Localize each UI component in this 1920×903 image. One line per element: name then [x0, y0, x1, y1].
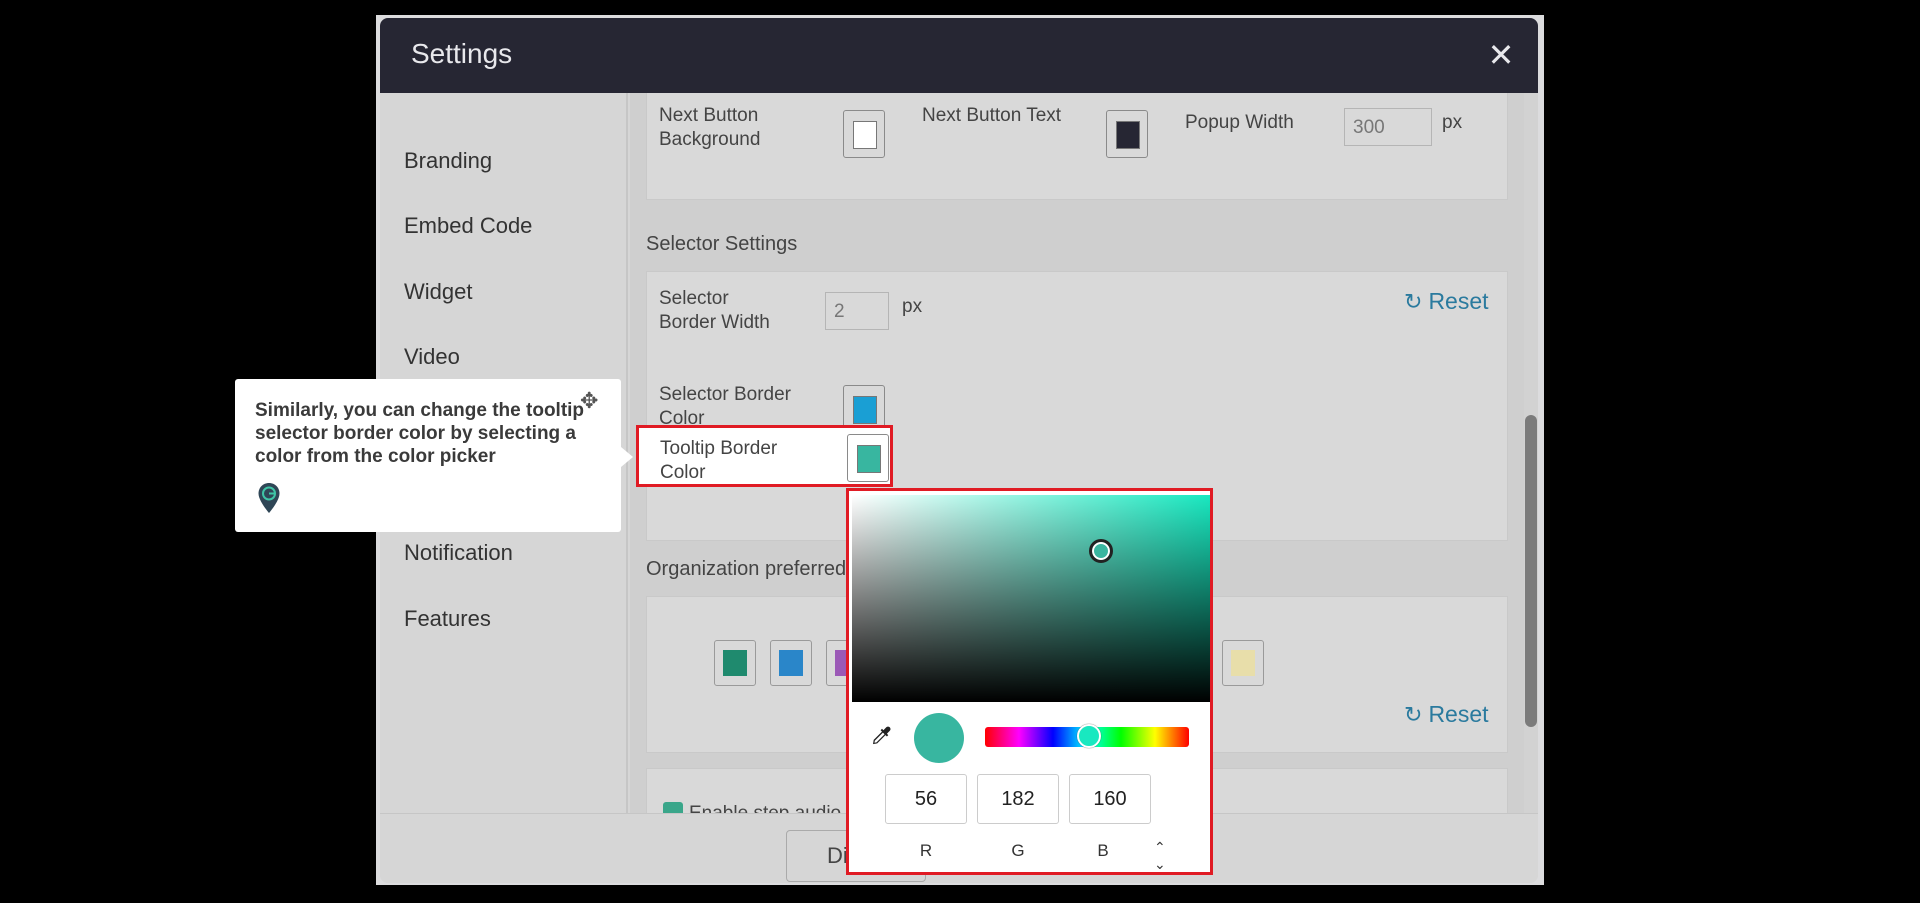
red-input[interactable]: 56: [885, 774, 967, 824]
tooltip-border-color-label: Tooltip Border Color: [660, 438, 778, 483]
selector-border-width-input[interactable]: 2: [825, 292, 889, 330]
selector-border-width-unit: px: [902, 296, 923, 317]
eyedropper-icon[interactable]: [869, 724, 893, 755]
next-button-background-swatch[interactable]: [843, 110, 885, 158]
red-label: R: [919, 841, 933, 860]
org-colors-reset-button[interactable]: ↻ Reset: [1404, 701, 1489, 728]
org-colors-title: Organization preferred: [646, 558, 847, 580]
enable-step-audio-checkbox[interactable]: Enable step audio: [663, 802, 841, 813]
sidebar-item-features[interactable]: Features: [404, 606, 491, 632]
sidebar-item-branding[interactable]: Branding: [404, 148, 492, 174]
guide-tooltip-text: Similarly, you can change the tooltip se…: [255, 400, 585, 467]
hue-slider-handle[interactable]: [1077, 724, 1101, 748]
popup-width-input[interactable]: 300: [1344, 108, 1432, 146]
popup-settings-card: Next Button Background Next Button Text …: [646, 93, 1508, 200]
reset-label: Reset: [1428, 288, 1489, 314]
checkbox-icon: [663, 802, 683, 813]
color-swatch: [779, 650, 803, 676]
sidebar-item-embed-code[interactable]: Embed Code: [404, 213, 532, 239]
location-pin-icon: [257, 482, 281, 519]
color-swatch: [857, 445, 881, 473]
org-swatch[interactable]: [770, 640, 812, 686]
green-input[interactable]: 182: [977, 774, 1059, 824]
color-swatch: [853, 121, 877, 149]
next-button-text-swatch[interactable]: [1106, 110, 1148, 158]
color-swatch: [1231, 650, 1255, 676]
color-picker-popup: 56 182 160 R G B ⌃ ⌄: [846, 488, 1213, 875]
enable-step-audio-label: Enable step audio: [689, 803, 841, 813]
popup-width-unit: px: [1442, 112, 1463, 133]
dialog-header: Settings ✕: [380, 18, 1538, 93]
guide-tooltip: Similarly, you can change the tooltip se…: [235, 379, 633, 532]
tooltip-border-color-swatch[interactable]: [847, 434, 889, 482]
blue-label: B: [1097, 841, 1109, 860]
green-label: G: [1011, 841, 1025, 860]
refresh-icon: ↻: [1404, 289, 1423, 314]
next-button-background-label: Next Button Background: [659, 105, 761, 150]
selector-border-color-label: Selector Border Color: [659, 384, 792, 429]
dialog-title: Settings: [411, 38, 513, 69]
org-swatch[interactable]: [714, 640, 756, 686]
color-swatch: [723, 650, 747, 676]
selector-reset-button[interactable]: ↻ Reset: [1404, 288, 1489, 315]
sidebar-item-notification[interactable]: Notification: [404, 540, 513, 566]
popup-width-label: Popup Width: [1185, 112, 1294, 133]
color-swatch: [1116, 121, 1140, 149]
saturation-value-handle[interactable]: [1089, 539, 1113, 563]
color-swatch: [853, 396, 877, 424]
close-icon[interactable]: ✕: [1486, 39, 1516, 71]
sidebar-item-video[interactable]: Video: [404, 344, 460, 370]
saturation-value-area[interactable]: [852, 495, 1210, 702]
color-preview: [914, 713, 964, 763]
content-scrollbar[interactable]: [1524, 93, 1538, 813]
selector-settings-title: Selector Settings: [646, 233, 798, 255]
up-down-toggle-icon[interactable]: ⌃ ⌄: [1154, 839, 1166, 873]
scrollbar-thumb[interactable]: [1525, 415, 1537, 727]
hue-slider[interactable]: [985, 724, 1189, 748]
screen: Settings ✕ Branding Embed Code Widget Vi…: [0, 0, 1920, 903]
move-icon[interactable]: ✥: [580, 388, 598, 414]
refresh-icon: ↻: [1404, 702, 1423, 727]
sidebar-item-widget[interactable]: Widget: [404, 279, 472, 305]
selector-border-width-label: Selector Border Width: [659, 288, 770, 333]
blue-input[interactable]: 160: [1069, 774, 1151, 824]
tooltip-border-color-highlight: Tooltip Border Color: [636, 425, 893, 487]
org-swatch[interactable]: [1222, 640, 1264, 686]
reset-label: Reset: [1428, 701, 1489, 727]
next-button-text-label: Next Button Text: [922, 105, 1062, 126]
